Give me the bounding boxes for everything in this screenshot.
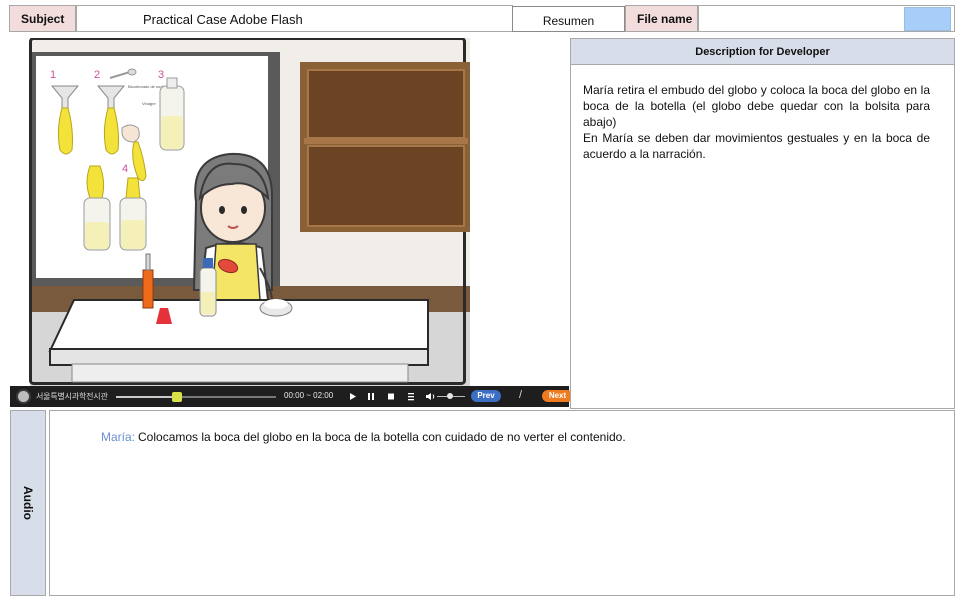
pause-icon[interactable] <box>364 389 378 404</box>
file-name-label: File name <box>625 5 698 32</box>
board-step-4: 4 <box>122 163 128 175</box>
audio-tab: Audio <box>10 410 46 596</box>
museum-logo-text: 서울특별시과학전시관 <box>36 392 108 401</box>
subject-value: Practical Case Adobe Flash <box>76 5 513 32</box>
description-title: Description for Developer <box>570 38 955 65</box>
audio-panel: María: Colocamos la boca del globo en la … <box>49 410 955 596</box>
progress-fill <box>116 396 177 398</box>
board-label-vinegar: Vinagre <box>142 101 156 106</box>
volume-slider[interactable] <box>437 393 465 399</box>
stop-icon[interactable] <box>384 389 398 404</box>
animation-stage: 1 2 3 4 Bicarbonato de sodio Vinagre <box>10 38 569 386</box>
next-button[interactable]: Next <box>542 390 573 402</box>
resumen-button[interactable]: Resumen <box>512 6 625 32</box>
menu-icon[interactable] <box>404 389 418 404</box>
time-readout: 00:00 ~ 02:00 <box>284 391 334 400</box>
file-name-field <box>698 5 955 32</box>
description-paragraph-2: En María se deben dar movimientos gestua… <box>583 131 930 161</box>
volume-icon[interactable] <box>423 389 437 404</box>
board-step-3: 3 <box>158 69 164 81</box>
progress-track[interactable] <box>116 392 276 402</box>
description-paragraph-1: María retira el embudo del globo y coloc… <box>583 83 930 129</box>
description-body: María retira el embudo del globo y coloc… <box>570 65 955 409</box>
board-label-bicarbonate: Bicarbonato de sodio <box>128 84 166 89</box>
audio-speaker: María: <box>101 430 136 444</box>
player-bar: 서울특별시과학전시관 00:00 ~ 02:00 Prev / Next <box>10 386 573 407</box>
volume-knob[interactable] <box>446 393 453 399</box>
progress-thumb[interactable] <box>171 392 182 402</box>
board-step-2: 2 <box>94 69 100 81</box>
museum-logo-icon <box>16 389 31 404</box>
board-step-1: 1 <box>50 69 56 81</box>
nav-separator: / <box>519 389 523 401</box>
file-name-swatch <box>904 7 951 31</box>
play-icon[interactable] <box>346 389 360 404</box>
audio-tab-label: Audio <box>21 486 35 520</box>
prev-button[interactable]: Prev <box>471 390 501 402</box>
subject-label: Subject <box>9 5 76 32</box>
audio-line: Colocamos la boca del globo en la boca d… <box>138 430 626 444</box>
